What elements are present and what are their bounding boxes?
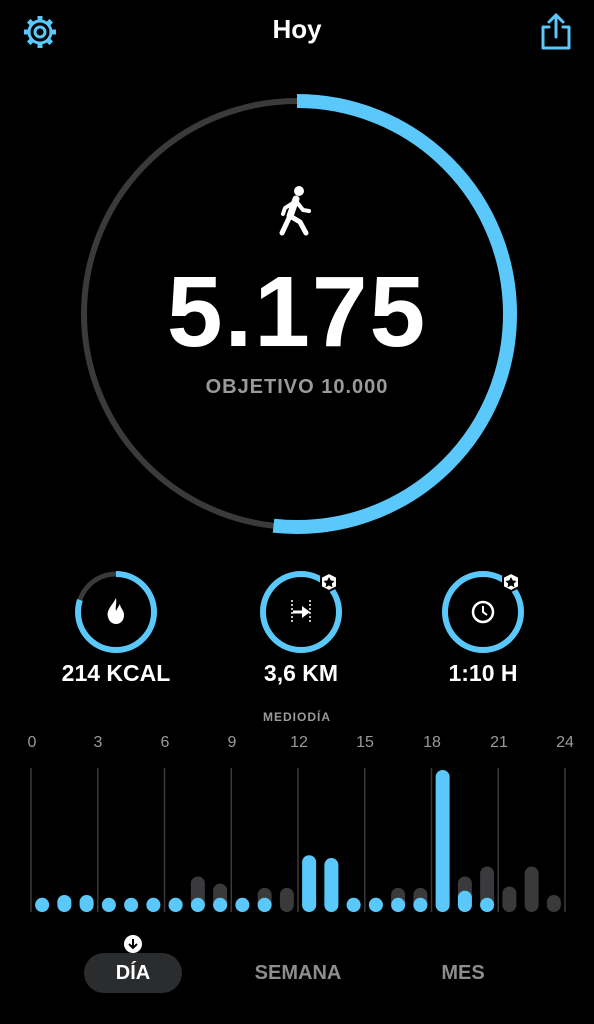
average-bar (546, 894, 561, 912)
distance-ring[interactable] (260, 571, 342, 653)
stats-rings (75, 571, 524, 653)
step-goal: OBJETIVO 10.000 (205, 376, 389, 398)
achievement-star-badge (502, 571, 520, 593)
average-bar (502, 886, 517, 912)
duration-label: 1:10 H (448, 660, 518, 686)
today-bar (302, 855, 317, 912)
tab-week[interactable]: SEMANA (234, 953, 362, 993)
walking-person-icon (279, 186, 311, 236)
today-bar (146, 897, 161, 912)
distance-arrow-icon (291, 600, 311, 624)
clock-icon (471, 600, 495, 624)
x-tick-label: 18 (423, 734, 441, 751)
today-bar (35, 897, 50, 912)
x-tick-label: 3 (93, 734, 103, 751)
x-tick-label: 6 (160, 734, 170, 751)
step-count: 5.175 (166, 256, 428, 368)
calories-label: 214 KCAL (61, 660, 171, 686)
today-bar (413, 897, 428, 912)
today-bar (213, 897, 228, 912)
x-tick-label: 9 (227, 734, 237, 751)
calories-ring[interactable] (75, 571, 157, 653)
average-bar (279, 887, 294, 912)
today-bar (435, 770, 450, 912)
today-bar (324, 858, 339, 912)
today-bar (101, 897, 116, 912)
today-bar (257, 897, 272, 912)
flame-icon (107, 598, 124, 624)
x-tick-label: 21 (490, 734, 508, 751)
today-bar (190, 897, 205, 912)
hourly-steps-chart[interactable] (0, 760, 594, 930)
chart-annotation: MEDIODÍA (263, 710, 331, 724)
today-bar (124, 897, 139, 912)
today-bar (57, 894, 72, 912)
tab-day[interactable]: DÍA (84, 953, 182, 993)
today-bar (391, 897, 406, 912)
x-tick-label: 15 (356, 734, 374, 751)
x-tick-label: 0 (27, 734, 37, 751)
tab-month[interactable]: MES (420, 953, 506, 993)
today-bar (235, 897, 250, 912)
distance-label: 3,6 KM (263, 660, 339, 686)
x-tick-label: 24 (556, 734, 574, 751)
today-bar (79, 894, 94, 912)
arrow-down-circle-icon (124, 935, 142, 953)
today-bar (480, 897, 495, 912)
today-bar (346, 897, 361, 912)
achievement-star-badge (320, 571, 338, 593)
today-bar (457, 890, 472, 912)
duration-ring[interactable] (442, 571, 524, 653)
today-bar (368, 897, 383, 912)
today-bar (168, 897, 183, 912)
x-tick-label: 12 (290, 734, 308, 751)
average-bar (524, 866, 539, 912)
